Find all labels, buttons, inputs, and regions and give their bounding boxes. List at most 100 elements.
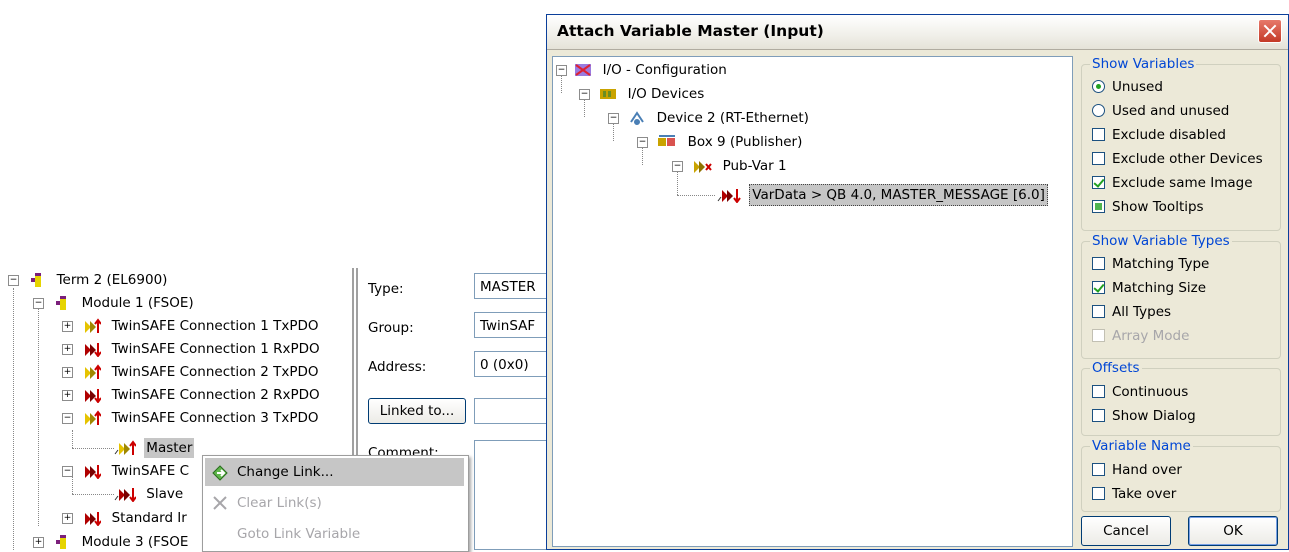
- collapse-icon[interactable]: −: [608, 113, 619, 124]
- checkbox[interactable]: [1092, 385, 1105, 398]
- option-label: Matching Size: [1112, 280, 1207, 296]
- menu-item-label: Change Link...: [237, 464, 334, 480]
- change-link-icon: [212, 465, 228, 481]
- tree-item-device2[interactable]: − Device 2 (RT-Ethernet): [608, 108, 811, 128]
- tree-connector: [38, 306, 39, 526]
- collapse-icon[interactable]: −: [62, 413, 73, 424]
- terminal-icon: [31, 273, 42, 287]
- checkbox[interactable]: [1092, 409, 1105, 422]
- dialog-titlebar[interactable]: Attach Variable Master (Input): [547, 15, 1288, 50]
- radio-button[interactable]: [1092, 80, 1105, 93]
- address-label: Address:: [368, 359, 427, 375]
- checkbox[interactable]: [1092, 200, 1105, 213]
- collapse-icon[interactable]: −: [556, 65, 567, 76]
- tree-item-connection1-tx[interactable]: + TwinSAFE Connection 1 TxPDO: [62, 316, 321, 336]
- io-configuration-icon: [575, 64, 592, 76]
- tree-item-connection1-rx[interactable]: + TwinSAFE Connection 1 RxPDO: [62, 339, 322, 359]
- cancel-button[interactable]: Cancel: [1081, 516, 1171, 546]
- tree-item-io-devices[interactable]: − I/O Devices: [579, 84, 706, 104]
- group-field[interactable]: TwinSAF: [474, 312, 554, 338]
- option-label: Exclude disabled: [1112, 127, 1226, 143]
- option-label: Exclude same Image: [1112, 175, 1253, 191]
- collapse-icon[interactable]: −: [62, 466, 73, 477]
- collapse-icon[interactable]: −: [637, 137, 648, 148]
- show-variables-group: Show Variables Unused Used and unused Ex…: [1081, 56, 1281, 231]
- comment-field[interactable]: [474, 440, 554, 550]
- variable-name-group: Variable Name Hand over Take over: [1081, 438, 1281, 512]
- tree-item-module1[interactable]: − Module 1 (FSOE): [33, 293, 196, 313]
- expand-icon[interactable]: +: [62, 390, 73, 401]
- input-variable-icon: [85, 364, 102, 379]
- tree-item-label: Module 1 (FSOE): [81, 295, 194, 311]
- tree-item-box9[interactable]: − Box 9 (Publisher): [637, 132, 804, 152]
- pub-var-icon: [694, 161, 713, 173]
- close-icon[interactable]: [1258, 19, 1282, 43]
- tree-item-label: TwinSAFE Connection 3 TxPDO: [111, 410, 319, 426]
- input-variable-icon: [85, 318, 102, 333]
- menu-item-label: Goto Link Variable: [237, 526, 361, 542]
- tree-item-io-configuration[interactable]: − I/O - Configuration: [556, 60, 729, 80]
- tree-item-term2[interactable]: − Term 2 (EL6900): [8, 270, 169, 290]
- checkbox[interactable]: [1092, 152, 1105, 165]
- tree-item-label: TwinSAFE Connection 1 TxPDO: [111, 318, 319, 334]
- radio-button[interactable]: [1092, 104, 1105, 117]
- output-variable-icon: [85, 343, 102, 357]
- show-variable-types-group: Show Variable Types Matching Type Matchi…: [1081, 233, 1281, 359]
- linked-to-button[interactable]: Linked to...: [368, 398, 466, 424]
- tree-item-label: Device 2 (RT-Ethernet): [656, 110, 809, 126]
- expand-icon[interactable]: +: [33, 537, 44, 548]
- collapse-icon[interactable]: −: [33, 298, 44, 309]
- input-variable-icon: [85, 410, 102, 425]
- offsets-group: Offsets Continuous Show Dialog: [1081, 360, 1281, 436]
- address-field[interactable]: 0 (0x0): [474, 351, 554, 377]
- checkbox[interactable]: [1092, 487, 1105, 500]
- tree-item-label: TwinSAFE Connection 2 TxPDO: [111, 364, 319, 380]
- tree-item-vardata[interactable]: VarData > QB 4.0, MASTER_MESSAGE [6.0]: [717, 184, 1048, 206]
- checkbox[interactable]: [1092, 305, 1105, 318]
- tree-connector: [72, 494, 114, 495]
- tree-item-connection2-rx[interactable]: + TwinSAFE Connection 2 RxPDO: [62, 385, 322, 405]
- expand-icon[interactable]: +: [62, 344, 73, 355]
- tree-connector: [72, 430, 73, 448]
- collapse-icon[interactable]: −: [8, 275, 19, 286]
- io-devices-icon: [600, 89, 617, 99]
- tree-item-label: Pub-Var 1: [722, 158, 787, 174]
- menu-item-label: Clear Link(s): [237, 495, 322, 511]
- collapse-icon[interactable]: −: [672, 161, 683, 172]
- tree-item-label: TwinSAFE Connection 1 RxPDO: [111, 341, 320, 357]
- tree-item-connection2-tx[interactable]: + TwinSAFE Connection 2 TxPDO: [62, 362, 321, 382]
- variable-tree-view: − I/O - Configuration − I/O Devices − De…: [552, 56, 1073, 547]
- ethernet-device-icon: [630, 111, 645, 125]
- menu-item-goto-link-variable[interactable]: Goto Link Variable: [205, 520, 464, 548]
- checkbox[interactable]: [1092, 257, 1105, 270]
- tree-item-connection3-tx[interactable]: − TwinSAFE Connection 3 TxPDO: [62, 408, 321, 428]
- expand-icon[interactable]: +: [62, 321, 73, 332]
- menu-item-clear-links[interactable]: Clear Link(s): [205, 489, 464, 517]
- tree-item-pub-var1[interactable]: − Pub-Var 1: [672, 156, 789, 176]
- tree-item-master[interactable]: Master: [114, 438, 195, 458]
- context-menu: Change Link... Clear Link(s) Goto Link V…: [202, 455, 469, 552]
- checkbox[interactable]: [1092, 176, 1105, 189]
- checkbox[interactable]: [1092, 128, 1105, 141]
- option-label: Used and unused: [1112, 103, 1230, 119]
- linked-to-field[interactable]: [474, 398, 554, 424]
- dialog-title: Attach Variable Master (Input): [557, 22, 824, 40]
- clear-link-icon: [213, 496, 227, 510]
- output-variable-icon: [85, 512, 102, 526]
- type-field[interactable]: MASTER: [474, 273, 554, 299]
- expand-icon[interactable]: +: [62, 513, 73, 524]
- linked-output-variable-icon: [114, 488, 136, 502]
- checkbox[interactable]: [1092, 329, 1105, 342]
- expand-icon[interactable]: +: [62, 367, 73, 378]
- checkbox[interactable]: [1092, 281, 1105, 294]
- collapse-icon[interactable]: −: [579, 89, 590, 100]
- tree-item-connection3-rx[interactable]: − TwinSAFE C: [62, 461, 191, 481]
- checkbox[interactable]: [1092, 463, 1105, 476]
- ok-button[interactable]: OK: [1188, 516, 1278, 546]
- tree-item-slave[interactable]: Slave: [114, 484, 185, 504]
- tree-item-module3[interactable]: + Module 3 (FSOE: [33, 532, 190, 552]
- tree-item-label: TwinSAFE C: [111, 463, 190, 479]
- menu-item-change-link[interactable]: Change Link...: [205, 458, 464, 486]
- option-label: Hand over: [1112, 462, 1182, 478]
- tree-item-standard-inputs[interactable]: + Standard Ir: [62, 508, 189, 528]
